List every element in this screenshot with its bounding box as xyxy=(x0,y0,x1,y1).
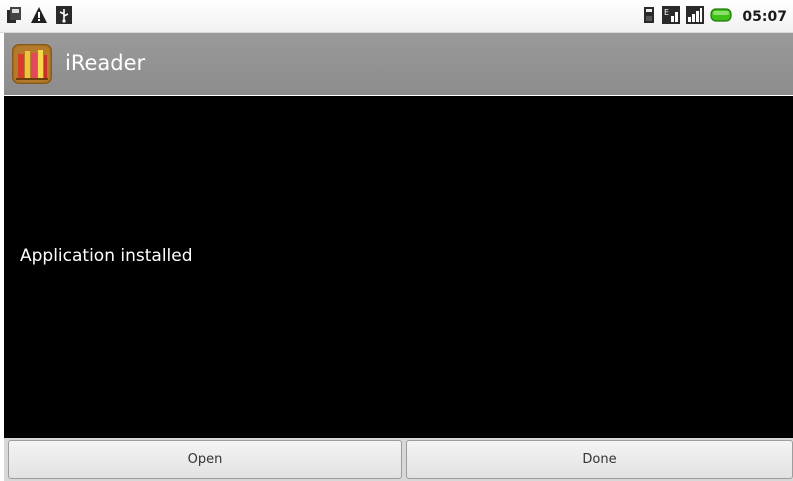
warning-icon xyxy=(30,6,48,28)
sd-card-icon xyxy=(642,6,656,28)
button-bar: Open Done xyxy=(4,438,793,481)
title-bar: iReader xyxy=(4,33,793,95)
open-button[interactable]: Open xyxy=(8,440,402,479)
install-status-message: Application installed xyxy=(20,246,193,266)
status-clock: 05:07 xyxy=(742,9,787,25)
status-right-icons: E 05:07 xyxy=(642,6,787,28)
install-result-panel: Application installed xyxy=(4,96,793,438)
app-title: iReader xyxy=(65,51,146,75)
svg-text:E: E xyxy=(664,8,669,17)
status-bar: E 05:07 xyxy=(0,0,793,33)
status-left-icons xyxy=(6,6,72,28)
data-signal-icon: E xyxy=(662,6,681,28)
phone-storage-icon xyxy=(6,6,22,28)
done-button[interactable]: Done xyxy=(406,440,793,479)
ireader-books-icon xyxy=(12,44,52,88)
cell-signal-icon xyxy=(686,6,705,28)
battery-icon xyxy=(710,7,733,27)
usb-icon xyxy=(56,6,72,28)
